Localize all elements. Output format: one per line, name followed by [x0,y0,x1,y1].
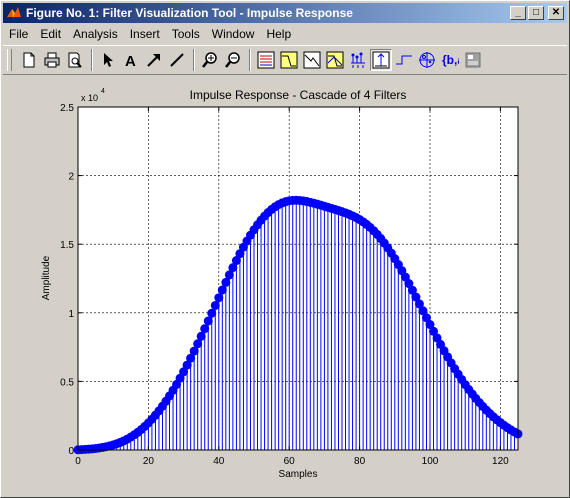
svg-text:{b,a}: {b,a} [442,53,459,67]
new-file-icon[interactable] [18,49,40,71]
select-arrow-icon[interactable] [97,49,119,71]
magnitude-phase-icon[interactable] [324,49,346,71]
matlab-logo-icon [7,7,21,18]
y-tick-label: 1 [68,309,74,320]
stem-marker [217,285,227,295]
toolbar-separator [193,49,195,71]
menu-help[interactable]: Help [260,25,297,43]
y-axis-label: Amplitude [41,255,52,300]
menu-window[interactable]: Window [206,25,261,43]
chart-title: Impulse Response - Cascade of 4 Filters [190,88,407,102]
y-tick-label: 1.5 [60,240,74,251]
stem-marker [221,277,231,287]
zoom-in-icon[interactable] [199,49,221,71]
menu-analysis[interactable]: Analysis [67,25,124,43]
stem-marker [224,270,234,280]
toolbar: A {b,a} [3,45,567,75]
figure-window: Figure No. 1: Filter Visualization Tool … [0,0,570,498]
stem-marker [214,293,224,303]
stem-marker [203,316,213,326]
menu-file[interactable]: File [3,25,34,43]
title-bar[interactable]: Figure No. 1: Filter Visualization Tool … [3,3,567,23]
x-tick-label: 20 [143,456,155,467]
print-icon[interactable] [41,49,63,71]
y-tick-label: 0.5 [60,377,74,388]
filter-specs-icon[interactable] [255,49,277,71]
close-button[interactable]: ✕ [548,6,564,20]
filter-coefficients-icon[interactable]: {b,a} [439,49,461,71]
pole-zero-icon[interactable] [416,49,438,71]
minimize-button[interactable]: _ [510,6,526,20]
menu-bar: File Edit Analysis Insert Tools Window H… [3,25,567,43]
menu-insert[interactable]: Insert [124,25,166,43]
x-tick-label: 100 [422,456,439,467]
menu-edit[interactable]: Edit [34,25,67,43]
x-tick-label: 80 [354,456,366,467]
impulse-response-icon[interactable] [370,49,392,71]
filter-info-icon[interactable] [462,49,484,71]
y-tick-label: 2 [68,172,74,183]
menu-tools[interactable]: Tools [166,25,206,43]
insert-text-icon[interactable]: A [120,49,142,71]
stem-marker [200,324,210,334]
stem-marker [189,346,199,356]
stem-marker [207,308,217,318]
toolbar-grip[interactable] [7,49,12,71]
stem-marker [193,339,203,349]
y-exponent-label: x 10 [81,93,98,103]
zoom-out-icon[interactable] [222,49,244,71]
x-tick-label: 0 [75,456,81,467]
impulse-response-figure: 0 20 40 60 80 100 120 0 0.5 1 1.5 2 2.5 Impulse Res… [41,88,523,480]
print-preview-icon[interactable] [64,49,86,71]
toolbar-separator [249,49,251,71]
x-axis-label: Samples [279,469,318,480]
stem-marker [210,300,220,310]
insert-arrow-icon[interactable] [143,49,165,71]
magnitude-response-icon[interactable] [278,49,300,71]
y-exponent-value: 4 [101,88,105,95]
toolbar-separator [91,49,93,71]
svg-text:A: A [125,53,136,68]
axes-background [78,107,518,450]
insert-line-icon[interactable] [166,49,188,71]
maximize-button[interactable]: □ [528,6,544,20]
window-title: Figure No. 1: Filter Visualization Tool … [26,6,353,20]
x-tick-label: 40 [213,456,225,467]
x-tick-label: 60 [284,456,296,467]
group-delay-icon[interactable] [347,49,369,71]
y-tick-label: 2.5 [60,103,74,114]
y-tick-label: 0 [68,446,74,457]
step-response-icon[interactable] [393,49,415,71]
x-tick-label: 120 [492,456,509,467]
phase-response-icon[interactable] [301,49,323,71]
stem-marker [196,331,206,341]
